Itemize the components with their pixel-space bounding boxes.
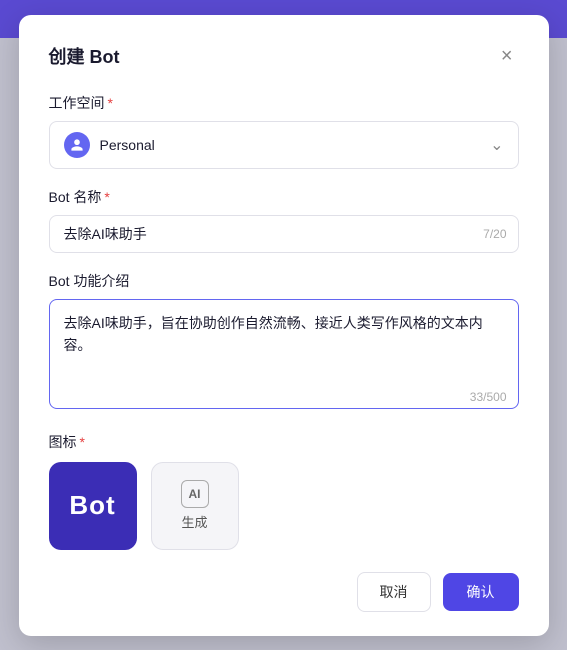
- workspace-avatar-icon: [64, 132, 90, 158]
- bot-desc-group: Bot 功能介绍 去除AI味助手，旨在协助创作自然流畅、接近人类写作风格的文本内…: [49, 271, 519, 414]
- workspace-left: Personal: [64, 132, 155, 158]
- dialog: 创建 Bot × 工作空间 * Personal ⌄: [19, 15, 549, 636]
- generate-label: 生成: [181, 512, 207, 531]
- required-indicator: *: [108, 95, 113, 111]
- bot-name-group: Bot 名称 * 7/20: [49, 187, 519, 253]
- required-indicator: *: [104, 189, 109, 205]
- overlay: 创建 Bot × 工作空间 * Personal ⌄: [0, 0, 567, 650]
- icon-options: Bot AI 生成: [49, 462, 519, 550]
- bot-desc-label: Bot 功能介绍: [49, 271, 519, 291]
- confirm-button[interactable]: 确认: [443, 573, 519, 611]
- workspace-name: Personal: [100, 137, 155, 153]
- name-input-wrapper: 7/20: [49, 215, 519, 253]
- desc-input-wrapper: 去除AI味助手，旨在协助创作自然流畅、接近人类写作风格的文本内容。 33/500: [49, 299, 519, 414]
- required-indicator: *: [80, 434, 85, 450]
- close-button[interactable]: ×: [495, 44, 519, 68]
- bot-name-char-count: 7/20: [483, 227, 506, 241]
- icon-label: 图标 *: [49, 432, 519, 452]
- bot-name-input[interactable]: [49, 215, 519, 253]
- bot-icon-selected[interactable]: Bot: [49, 462, 137, 550]
- icon-section: 图标 * Bot AI 生成: [49, 432, 519, 550]
- bot-desc-textarea[interactable]: 去除AI味助手，旨在协助创作自然流畅、接近人类写作风格的文本内容。: [49, 299, 519, 409]
- dialog-header: 创建 Bot ×: [49, 43, 519, 69]
- chevron-down-icon: ⌄: [490, 135, 503, 155]
- bot-desc-char-count: 33/500: [470, 390, 507, 404]
- workspace-select[interactable]: Personal ⌄: [49, 121, 519, 169]
- bot-name-label: Bot 名称 *: [49, 187, 519, 207]
- dialog-title: 创建 Bot: [49, 43, 120, 69]
- cancel-button[interactable]: 取消: [357, 572, 431, 612]
- ai-icon: AI: [181, 480, 209, 508]
- workspace-label: 工作空间 *: [49, 93, 519, 113]
- workspace-group: 工作空间 * Personal ⌄: [49, 93, 519, 169]
- dialog-footer: 取消 确认: [49, 572, 519, 612]
- generate-icon-button[interactable]: AI 生成: [151, 462, 239, 550]
- bot-icon-text: Bot: [69, 490, 115, 521]
